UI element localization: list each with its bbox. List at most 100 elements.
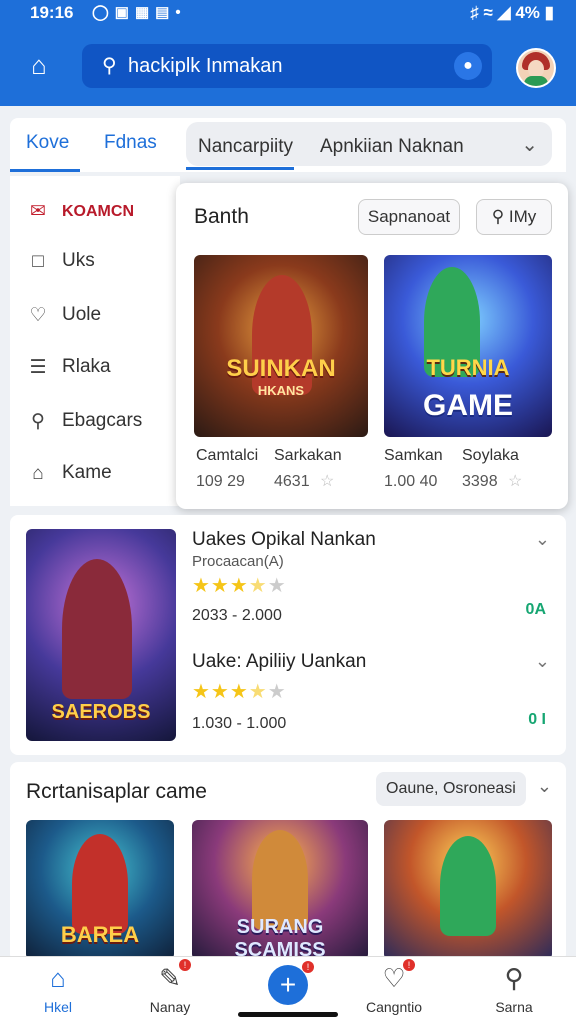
search-filter-button[interactable]: ⚲ IMy: [476, 199, 552, 235]
games-panel: Banth Sapnanoat ⚲ IMy SUINKAN HKANS TURN…: [176, 183, 568, 509]
search-icon: ⚲: [491, 207, 509, 226]
nav-nanay[interactable]: ✎! Nanay: [130, 959, 210, 1015]
person-icon: ⚲: [504, 963, 524, 993]
avatar-shirt: [524, 76, 548, 86]
rating-stars: ★★★★★: [192, 681, 287, 703]
tab-apnkiian[interactable]: Apnkiian Naknan: [320, 136, 464, 158]
rec-thumbnail[interactable]: [384, 820, 552, 960]
mic-icon[interactable]: ●: [454, 52, 482, 80]
game-card-art[interactable]: TURNIA GAME: [384, 255, 552, 437]
notification-dot: !: [179, 959, 191, 971]
game-list: SAEROBS Uakes Opikal Nankan Procaacan(A)…: [10, 515, 566, 755]
sidebar-item-label: Rlaka: [62, 356, 111, 377]
hero-figure: [72, 834, 128, 934]
battery-level: 4%: [515, 3, 540, 22]
file-icon: □: [32, 251, 44, 272]
tab-fdnas[interactable]: Fdnas: [104, 132, 157, 154]
battery-icon: ▮: [544, 3, 554, 22]
nav-label: Sarna: [495, 999, 533, 1015]
game-name: Sarkakan: [274, 447, 342, 464]
bluetooth-icon: ♯: [470, 3, 479, 22]
list-thumbnail[interactable]: SAEROBS: [26, 529, 176, 741]
rec-title: SURANG SCAMISS: [234, 916, 326, 960]
wifi-icon: ≈: [483, 3, 493, 22]
list-item-range: 2033 - 2.000: [192, 607, 282, 624]
thumb-title: SAEROBS: [51, 701, 151, 723]
tab-nancarpiity[interactable]: Nancarpiity: [198, 136, 293, 158]
rec-title: BAREA: [60, 922, 140, 947]
nav-sarna[interactable]: ⚲ Sarna: [474, 963, 554, 1015]
heart-icon: ♡!: [379, 959, 415, 993]
game-count: 1.00 40: [384, 473, 438, 490]
avatar[interactable]: [516, 48, 556, 88]
home-icon: ⌂: [50, 963, 66, 993]
gesture-bar[interactable]: [238, 1012, 338, 1017]
tab-group: Nancarpiity Apnkiian Naknan ⌄: [186, 122, 552, 170]
shield-icon: ◯: [92, 4, 115, 21]
list-item-subtitle: Procaacan(A): [192, 553, 284, 570]
sapnanoat-button[interactable]: Sapnanoat: [358, 199, 460, 235]
game-count: 3398: [462, 473, 498, 490]
add-button[interactable]: +!: [268, 961, 314, 1005]
notification-dot: !: [302, 961, 314, 973]
sidebar: ✉ KOAMCN □ Uks ♡ Uole ☰ Rlaka ⚲ Ebagcars…: [10, 176, 180, 506]
sidebar-item-label: Uks: [62, 250, 95, 271]
star-icon[interactable]: ☆: [320, 471, 334, 491]
chevron-down-icon[interactable]: ⌄: [521, 132, 538, 157]
hero-figure: [252, 830, 308, 930]
hero-figure: [440, 836, 496, 936]
rec-thumbnail[interactable]: SURANG SCAMISS: [192, 820, 368, 960]
search-bar[interactable]: ⚲ ●: [82, 44, 492, 88]
sidebar-item-label: Ebagcars: [62, 410, 143, 431]
gallery-notification-icon: ▦: [134, 4, 156, 21]
nav-cangntio[interactable]: ♡! Cangntio: [354, 959, 434, 1015]
status-right: ♯ ≈ ◢ 4% ▮: [470, 3, 554, 23]
star-icon[interactable]: ☆: [508, 471, 522, 491]
section-title: Rcrtanisaplar came: [26, 780, 207, 803]
home-icon[interactable]: ⌂: [24, 50, 54, 80]
signal-icon: ◢: [497, 3, 511, 22]
game-art-subtitle: GAME: [423, 389, 513, 422]
notification-dot: !: [403, 959, 415, 971]
status-time: 19:16: [30, 3, 74, 22]
search-input[interactable]: [128, 55, 448, 78]
game-count: 109 29: [196, 473, 245, 490]
rating-stars: ★★★★★: [192, 575, 287, 597]
game-art-title: SUINKAN: [226, 355, 336, 382]
heart-icon: ♡: [29, 305, 47, 326]
chevron-down-icon[interactable]: ⌄: [535, 651, 550, 672]
app-bar: ⌂ ⚲ ●: [0, 28, 576, 106]
list-item-title[interactable]: Uake: Apiliiy Uankan: [192, 651, 366, 673]
recommendations-section: Rcrtanisaplar came Oaune, Osroneasi ⌄ BA…: [10, 762, 566, 962]
nav-home[interactable]: ⌂ Hkel: [18, 963, 98, 1015]
status-bar: 19:16 ◯▣▦▤• ♯ ≈ ◢ 4% ▮: [0, 0, 576, 28]
nav-label: Nanay: [149, 999, 191, 1015]
chevron-down-icon[interactable]: ⌄: [537, 776, 552, 797]
tab-active-indicator: [10, 169, 80, 172]
game-name: Soylaka: [462, 447, 519, 464]
sidebar-item-label: Kame: [62, 462, 112, 483]
game-art-subtitle: HKANS: [257, 383, 305, 398]
tab-group-underline: [186, 167, 294, 170]
game-art-title: TURNIA: [426, 355, 510, 380]
chevron-down-icon[interactable]: ⌄: [535, 529, 550, 550]
list-item-title[interactable]: Uakes Opikal Nankan: [192, 529, 376, 551]
status-badge: 0A: [525, 601, 546, 618]
edit-icon: ✎!: [155, 959, 191, 993]
panel-title: Banth: [194, 205, 249, 228]
search-filter-label: IMy: [508, 207, 537, 226]
person-icon: ⚲: [31, 411, 45, 432]
list-icon: ☰: [29, 357, 47, 378]
nav-label: Cangntio: [365, 999, 423, 1015]
app-notification-icon: ▣: [114, 4, 135, 21]
rec-thumbnail[interactable]: BAREA: [26, 820, 174, 960]
sidebar-item-label: Uole: [62, 304, 102, 325]
nav-label: Hkel: [43, 999, 72, 1015]
game-card-art[interactable]: SUINKAN HKANS: [194, 255, 368, 437]
filter-label-2: Osroneasi: [442, 780, 516, 797]
dot-icon: •: [175, 4, 187, 21]
game-name: Camtalci: [196, 447, 259, 464]
list-item-range: 1.030 - 1.000: [192, 715, 287, 732]
tab-kove[interactable]: Kove: [26, 132, 69, 154]
filter-select[interactable]: Oaune, Osroneasi: [376, 772, 526, 806]
